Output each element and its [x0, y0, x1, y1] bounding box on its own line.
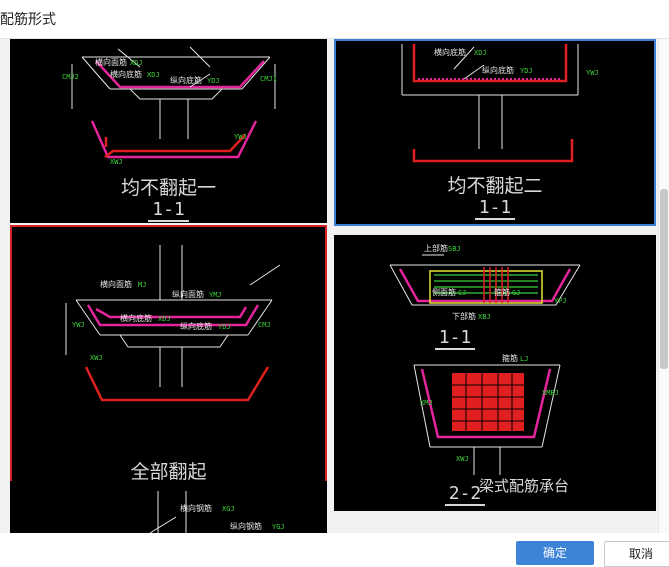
option-2-section: 1-1: [334, 197, 656, 220]
cancel-button[interactable]: 取消: [604, 541, 669, 567]
svg-text:箍筋: 箍筋: [494, 287, 510, 297]
svg-text:侧面筋: 侧面筋: [432, 287, 456, 297]
option-card-2[interactable]: 横向底筋 XDJ 纵向底筋 YDJ YWJ 均不翻起二 1-1: [334, 39, 656, 226]
svg-text:XDJ: XDJ: [130, 59, 143, 67]
svg-text:YMJ: YMJ: [209, 291, 222, 299]
svg-text:纵向钢筋: 纵向钢筋: [230, 521, 262, 531]
svg-text:XMJ: XMJ: [420, 399, 433, 407]
dialog-titlebar: 配筋形式: [0, 0, 669, 39]
option-1-section: 1-1: [10, 199, 327, 222]
svg-text:XDJ: XDJ: [158, 315, 171, 323]
svg-text:横向钢筋: 横向钢筋: [180, 503, 212, 513]
svg-text:横向底筋: 横向底筋: [434, 47, 466, 57]
svg-text:XDJ: XDJ: [147, 71, 160, 79]
svg-text:GJ: GJ: [512, 289, 520, 297]
svg-text:YWJ: YWJ: [586, 69, 599, 77]
svg-text:YDJ: YDJ: [207, 77, 220, 85]
svg-text:下部筋: 下部筋: [452, 311, 476, 321]
svg-text:纵向面筋: 纵向面筋: [172, 289, 204, 299]
option-4-section-1-label: 1-1: [434, 327, 476, 350]
option-card-4[interactable]: 上部筋 SBJ 侧面筋 CJ 箍筋 GJ 下部筋 XBJ 箍筋 LJ XMBJ …: [334, 235, 656, 511]
ok-button[interactable]: 确定: [516, 541, 594, 565]
svg-text:XWJ: XWJ: [110, 158, 123, 166]
svg-text:CJ: CJ: [458, 289, 466, 297]
scrollbar-thumb[interactable]: [660, 189, 668, 369]
svg-text:YWJ: YWJ: [234, 133, 247, 141]
dialog-footer: 确定 取消: [0, 533, 669, 567]
svg-text:LJ: LJ: [520, 355, 528, 363]
svg-text:YPJ: YPJ: [554, 297, 567, 305]
svg-text:YGJ: YGJ: [272, 523, 285, 531]
option-card-1[interactable]: 横向面筋 XDJ 横向底筋 XDJ 纵向底筋 YDJ CMJ2 CMJ1 XWJ…: [10, 39, 327, 223]
option-1-section-label: 1-1: [148, 199, 189, 222]
svg-text:XWJ: XWJ: [90, 354, 103, 362]
svg-text:横向面筋: 横向面筋: [95, 57, 127, 67]
svg-text:XBJ: XBJ: [478, 313, 491, 321]
svg-text:YWJ: YWJ: [72, 321, 85, 329]
svg-text:CMJ1: CMJ1: [260, 75, 277, 83]
svg-text:YDJ: YDJ: [520, 67, 533, 75]
option-2-caption: 均不翻起二: [447, 175, 543, 197]
option-card-3[interactable]: 横向面筋 MJ 纵向面筋 YMJ 横向底筋 XDJ 纵向底筋 YDJ CMJ Y…: [10, 225, 327, 511]
svg-text:横向面筋: 横向面筋: [100, 279, 132, 289]
option-1-caption: 均不翻起一: [120, 177, 216, 199]
option-4-caption: 梁式配筋承台: [478, 477, 569, 495]
svg-text:XWJ: XWJ: [456, 455, 469, 463]
svg-text:XGJ: XGJ: [222, 505, 235, 513]
option-card-5[interactable]: 横向钢筋 XGJ 纵向钢筋 YGJ: [10, 481, 327, 533]
card-4-drawing: 上部筋 SBJ 侧面筋 CJ 箍筋 GJ 下部筋 XBJ 箍筋 LJ XMBJ …: [389, 243, 581, 475]
option-2-section-label: 1-1: [474, 197, 516, 220]
svg-text:横向底筋: 横向底筋: [110, 69, 142, 79]
option-3-caption: 全部翻起: [130, 461, 207, 483]
svg-text:横向底筋: 横向底筋: [120, 313, 152, 323]
svg-text:CMJ2: CMJ2: [62, 73, 79, 81]
option-4-section-1: 1-1: [334, 327, 616, 350]
svg-text:XMBJ: XMBJ: [542, 389, 559, 397]
svg-text:纵向底筋: 纵向底筋: [482, 65, 514, 75]
svg-text:纵向底筋: 纵向底筋: [180, 321, 212, 331]
svg-text:CMJ: CMJ: [258, 321, 271, 329]
card-5-drawing: 横向钢筋 XGJ 纵向钢筋 YGJ: [149, 491, 285, 533]
svg-text:上部筋: 上部筋: [424, 243, 448, 253]
vertical-scrollbar[interactable]: [658, 39, 669, 533]
svg-text:YDJ: YDJ: [218, 323, 231, 331]
svg-text:MJ: MJ: [138, 281, 146, 289]
svg-text:箍筋: 箍筋: [502, 353, 518, 363]
svg-text:XDJ: XDJ: [474, 49, 487, 57]
dialog-title: 配筋形式: [0, 12, 56, 28]
svg-text:SBJ: SBJ: [448, 245, 461, 253]
svg-text:纵向底筋: 纵向底筋: [170, 75, 202, 85]
options-panel[interactable]: 横向面筋 XDJ 横向底筋 XDJ 纵向底筋 YDJ CMJ2 CMJ1 XWJ…: [0, 39, 669, 533]
